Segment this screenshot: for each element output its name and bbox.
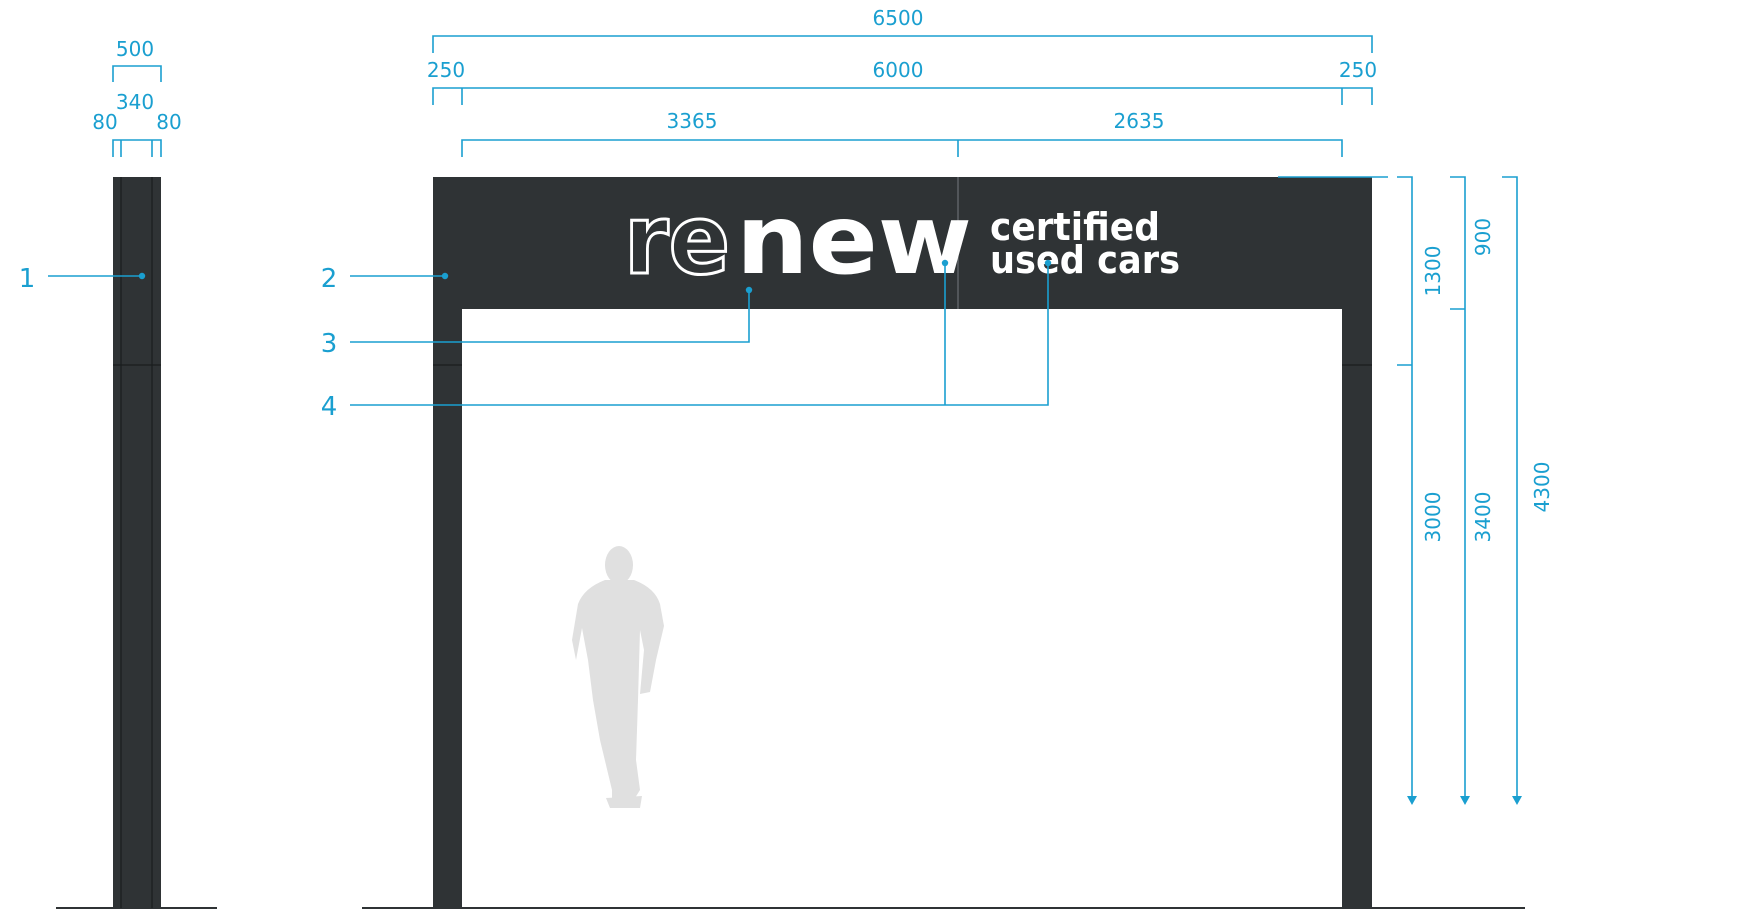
dim-post-lower-label: 3000 — [1421, 492, 1445, 543]
callout-2-label: 2 — [321, 264, 338, 294]
callout-4-dot-a — [941, 259, 949, 267]
callout-3-label: 3 — [321, 329, 338, 359]
dim-side-left-label: 80 — [92, 110, 117, 134]
dim-sign-left-label: 3365 — [667, 109, 718, 133]
side-post — [113, 177, 161, 908]
dim-header-height-label: 1300 — [1421, 246, 1445, 297]
dim-side-total — [112, 65, 162, 82]
dim-right-post-label: 250 — [1339, 58, 1377, 82]
callout-3-dot — [745, 286, 753, 294]
dim-front-total — [432, 35, 1373, 53]
brand-solid-text: new — [736, 184, 972, 296]
dim-sign-chain — [1450, 176, 1466, 800]
dim-side-total-label: 500 — [116, 37, 154, 61]
dim-front-total-label: 6500 — [873, 6, 924, 30]
person-silhouette-icon — [572, 546, 664, 808]
dim-overall — [1502, 176, 1518, 800]
callout-4-label: 4 — [321, 392, 338, 422]
dim-overall-arrow — [1512, 796, 1522, 805]
tagline-line2: used cars — [990, 238, 1180, 282]
technical-drawing: 500 340 80 80 1 re new certified used ca… — [19, 6, 1554, 909]
brand-outline-text: re — [624, 184, 730, 296]
dim-header-arrow — [1407, 796, 1417, 805]
dim-side-core-label: 340 — [116, 90, 154, 114]
callout-2-dot — [441, 272, 449, 280]
dim-side-parts — [112, 139, 162, 157]
callout-1-label: 1 — [19, 264, 36, 294]
right-post — [1342, 177, 1372, 908]
dim-left-post-label: 250 — [427, 58, 465, 82]
callout-4-dot-b — [1044, 259, 1052, 267]
dim-side-right-label: 80 — [156, 110, 181, 134]
front-view: re new certified used cars 6500 250 6000… — [321, 6, 1554, 909]
side-view: 500 340 80 80 1 — [19, 37, 217, 909]
dim-span-label: 6000 — [873, 58, 924, 82]
callout-1-dot — [138, 272, 146, 280]
dim-sign-parts — [461, 139, 1343, 157]
dim-clearance-label: 3400 — [1471, 492, 1495, 543]
dim-front-parts — [432, 87, 1373, 105]
dim-header-chain — [1397, 176, 1413, 800]
dim-overall-height-label: 4300 — [1530, 462, 1554, 513]
dim-sign-arrow — [1460, 796, 1470, 805]
dim-sign-height-label: 900 — [1471, 218, 1495, 256]
left-post — [433, 177, 462, 908]
dim-sign-right-label: 2635 — [1114, 109, 1165, 133]
